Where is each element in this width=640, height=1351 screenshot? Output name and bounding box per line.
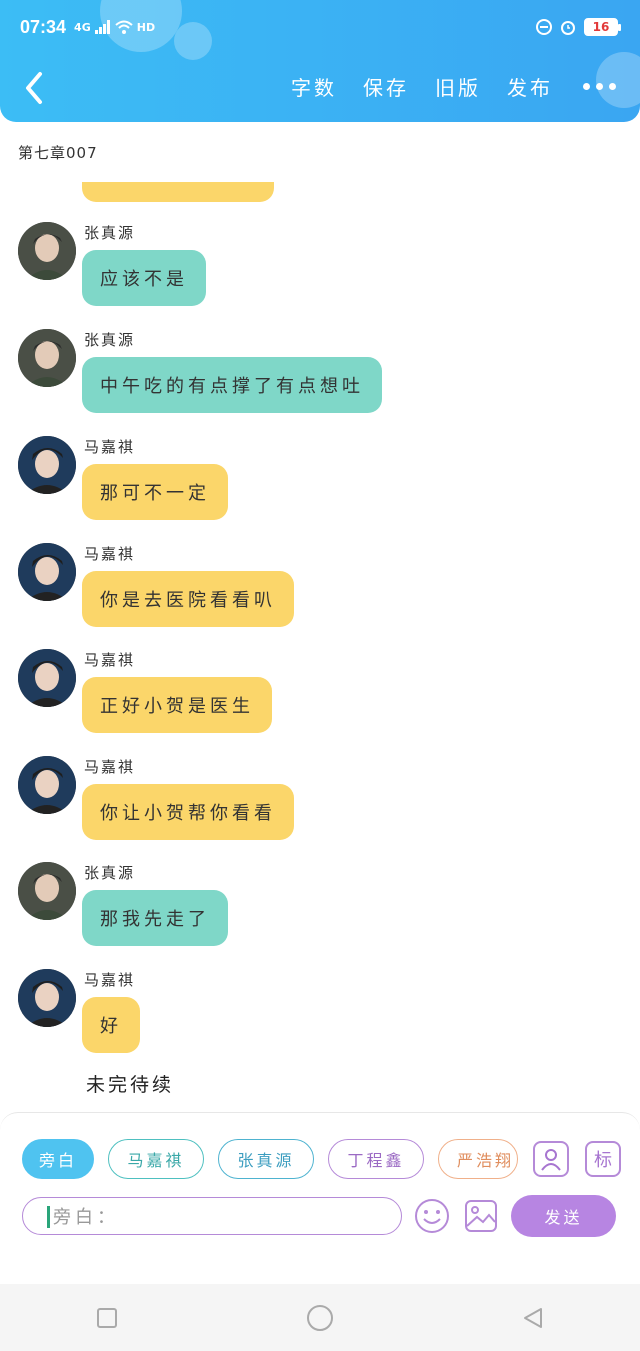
hd-label: HD — [136, 20, 156, 34]
chat-message: 马嘉祺 正好小贺是医生 — [18, 649, 618, 749]
input-placeholder: 旁白： — [53, 1207, 119, 1228]
sender-name: 马嘉祺 — [84, 651, 136, 669]
chat-message: 马嘉祺 那可不一定 — [18, 436, 618, 536]
chat-message: 马嘉祺 好 — [18, 969, 618, 1069]
avatar[interactable] — [18, 969, 76, 1027]
chat-message: 马嘉祺 你是去医院看看叭 — [18, 543, 618, 643]
sender-name: 马嘉祺 — [84, 545, 136, 563]
text-caret — [47, 1206, 50, 1228]
network-label: 4G — [74, 20, 91, 34]
battery-icon: 16 — [584, 18, 621, 36]
publish-button[interactable]: 发布 — [507, 72, 553, 101]
chip-narration[interactable]: 旁白 — [22, 1139, 94, 1179]
triangle-back-icon[interactable] — [513, 1298, 553, 1338]
chip-ma-jiaqi[interactable]: 马嘉祺 — [108, 1139, 204, 1179]
status-bar: 07:34 4G HD 16 — [20, 14, 621, 40]
avatar[interactable] — [18, 756, 76, 814]
chat-message: 马嘉祺 你让小贺帮你看看 — [18, 756, 618, 856]
image-icon[interactable] — [462, 1197, 500, 1235]
person-icon[interactable] — [533, 1141, 569, 1177]
message-input[interactable]: 旁白： — [22, 1197, 402, 1235]
header-actions: 字数 保存 旧版 发布 — [291, 72, 616, 101]
chat-message: 张真源 那我先走了 — [18, 862, 618, 962]
system-nav-bar — [0, 1284, 640, 1351]
old-version-button[interactable]: 旧版 — [435, 72, 481, 101]
avatar[interactable] — [18, 436, 76, 494]
sender-name: 张真源 — [84, 331, 136, 349]
avatar[interactable] — [18, 329, 76, 387]
back-arrow-icon[interactable] — [20, 68, 50, 108]
message-bubble[interactable]: 中午吃的有点撑了有点想吐 — [82, 357, 382, 413]
avatar[interactable] — [18, 649, 76, 707]
message-bubble[interactable]: 那可不一定 — [82, 464, 228, 520]
app-header: 07:34 4G HD 16 字数 保存 旧版 发布 — [0, 0, 640, 122]
avatar[interactable] — [18, 222, 76, 280]
chat-message: 张真源 中午吃的有点撑了有点想吐 — [18, 329, 618, 429]
do-not-disturb-icon — [536, 19, 552, 35]
message-bubble[interactable]: 你让小贺帮你看看 — [82, 784, 294, 840]
sender-name: 张真源 — [84, 224, 136, 242]
message-bubble[interactable]: 应该不是 — [82, 250, 206, 306]
chip-yan-haoxiang[interactable]: 严浩翔 — [438, 1139, 518, 1179]
signal-icon — [94, 20, 110, 34]
square-icon[interactable] — [87, 1298, 127, 1338]
chapter-title: 第七章007 — [18, 144, 98, 162]
status-time: 07:34 — [20, 16, 67, 37]
message-bubble[interactable]: 好 — [82, 997, 140, 1053]
message-bubble[interactable]: 那我先走了 — [82, 890, 228, 946]
avatar[interactable] — [18, 543, 76, 601]
send-button[interactable]: 发送 — [511, 1195, 616, 1237]
sender-name: 马嘉祺 — [84, 971, 136, 989]
partial-message-bubble — [82, 182, 274, 202]
wifi-icon — [115, 20, 133, 34]
circle-icon[interactable] — [300, 1298, 340, 1338]
to-be-continued-text: 未完待续 — [86, 1074, 175, 1096]
sender-name: 马嘉祺 — [84, 438, 136, 456]
save-button[interactable]: 保存 — [363, 72, 409, 101]
chip-zhang-zhenyuan[interactable]: 张真源 — [218, 1139, 314, 1179]
tag-icon[interactable]: 标 — [585, 1141, 621, 1177]
more-dots-icon[interactable] — [583, 83, 616, 90]
role-chips: 旁白 马嘉祺 张真源 丁程鑫 严浩翔 — [22, 1139, 518, 1179]
signal-indicators: 4G HD — [74, 20, 155, 34]
chip-ding-chengxin[interactable]: 丁程鑫 — [328, 1139, 424, 1179]
message-bubble[interactable]: 正好小贺是医生 — [82, 677, 272, 733]
composer-panel: 旁白 马嘉祺 张真源 丁程鑫 严浩翔 标 旁白： 发送 — [0, 1112, 640, 1284]
word-count-button[interactable]: 字数 — [291, 72, 337, 101]
sender-name: 张真源 — [84, 864, 136, 882]
chat-message: 张真源 应该不是 — [18, 222, 618, 322]
alarm-icon — [561, 21, 575, 35]
message-bubble[interactable]: 你是去医院看看叭 — [82, 571, 294, 627]
sender-name: 马嘉祺 — [84, 758, 136, 776]
avatar[interactable] — [18, 862, 76, 920]
smiley-icon[interactable] — [413, 1197, 451, 1235]
status-right: 16 — [536, 18, 621, 36]
